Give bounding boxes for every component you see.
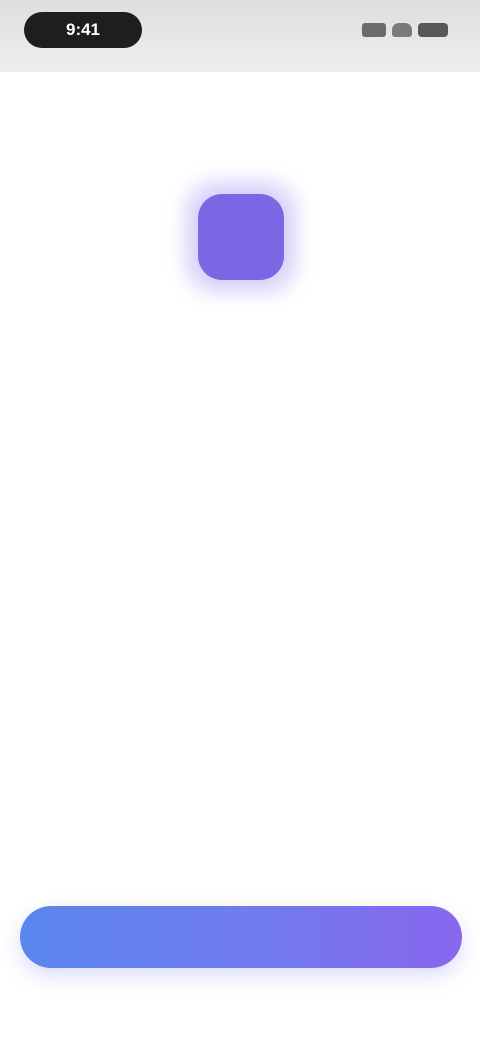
battery-icon <box>418 23 448 37</box>
signal-icon <box>362 23 386 37</box>
status-time: 9:41 <box>24 12 142 48</box>
primary-action-button[interactable] <box>20 906 462 968</box>
status-icons <box>358 22 448 38</box>
status-bar: 9:41 <box>0 0 480 72</box>
app-icon <box>198 194 284 280</box>
wifi-icon <box>392 23 412 37</box>
